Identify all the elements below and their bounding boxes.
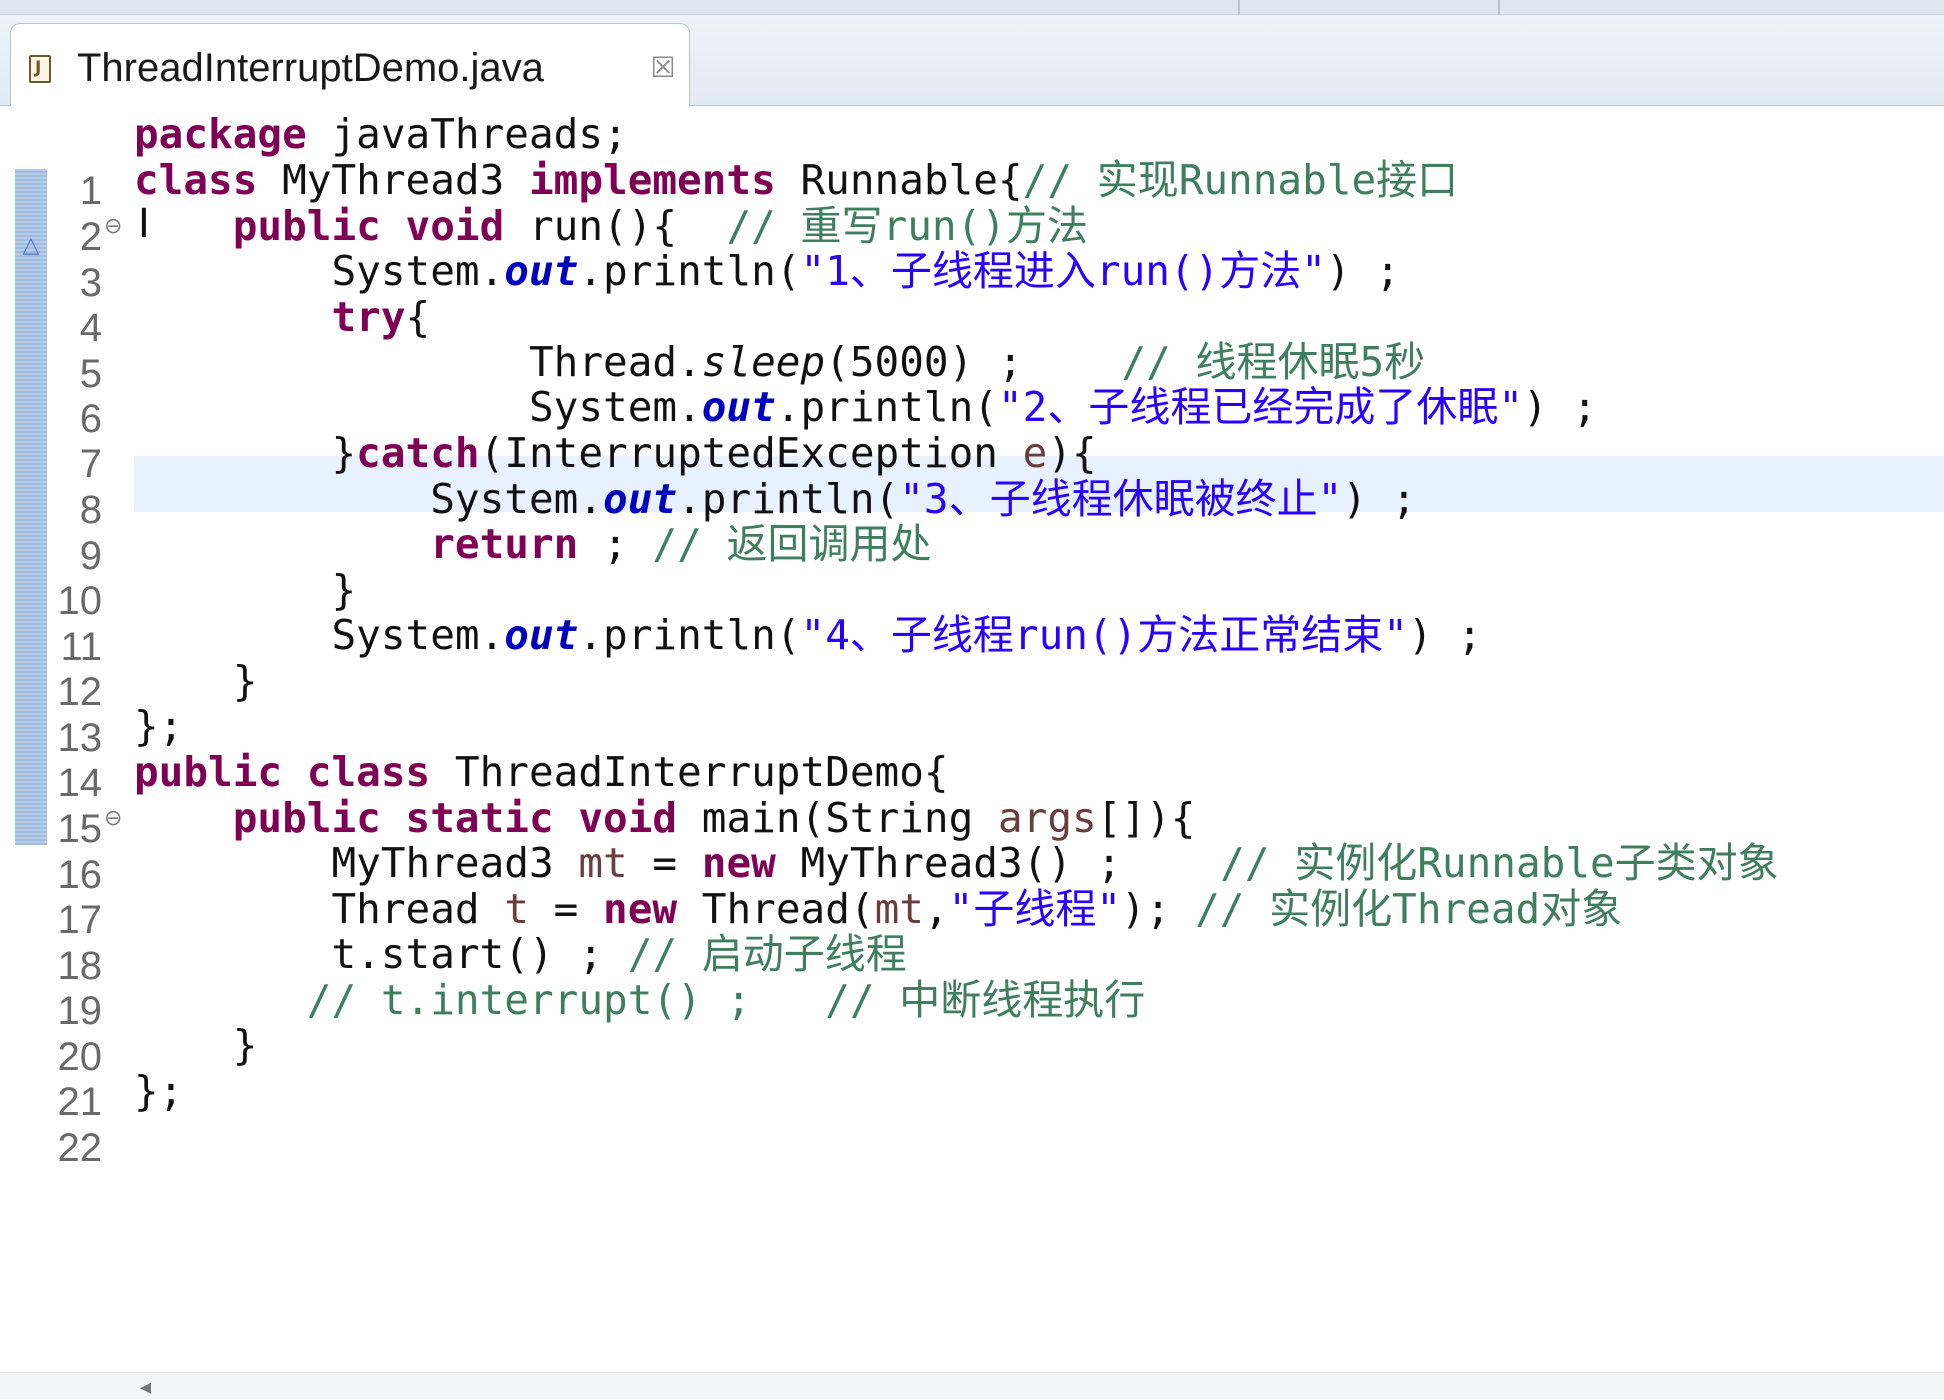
keyword: class	[306, 748, 431, 796]
window-top-strip	[0, 0, 1944, 15]
code-token: .println(	[578, 611, 801, 659]
keyword: class	[134, 156, 258, 204]
line-number: 22	[57, 1126, 103, 1170]
code-token: =	[627, 839, 702, 887]
keyword: new	[701, 839, 776, 887]
editor-tab[interactable]: ThreadInterruptDemo.java ☒	[10, 23, 690, 106]
string-literal: "1、子线程进入run()方法"	[800, 247, 1326, 295]
code-token: ) ;	[1523, 383, 1598, 431]
code-token: System.	[331, 247, 505, 295]
string-literal: "4、子线程run()方法正常结束"	[800, 611, 1408, 659]
static-field: out	[504, 611, 579, 659]
code-token: Runnable{	[775, 156, 1023, 204]
parameter-variable: e	[1022, 429, 1048, 477]
code-token: ){	[1047, 429, 1097, 477]
code-token: };	[134, 1067, 184, 1115]
close-icon[interactable]: ☒	[643, 48, 683, 88]
code-text[interactable]: };	[134, 1063, 183, 1120]
code-token: .println(	[578, 247, 801, 295]
code-editor[interactable]: △ 1 package javaThreads; 2 class MyThrea…	[0, 106, 1944, 1372]
code-token: }	[232, 1021, 258, 1069]
code-token: };	[134, 702, 184, 750]
code-token: javaThreads;	[306, 110, 628, 158]
code-comment: // 实现Runnable接口	[1022, 156, 1459, 204]
code-token: MyThread3	[257, 156, 529, 204]
horizontal-scrollbar[interactable]: ◂	[0, 1372, 1944, 1400]
code-token: ;	[578, 520, 653, 568]
code-comment: // 启动子线程	[627, 930, 907, 978]
code-comment: // 实例化Runnable子类对象	[1220, 839, 1779, 887]
string-literal: "2、子线程已经完成了休眠"	[997, 383, 1524, 431]
keyword: package	[134, 110, 307, 158]
local-variable: mt	[578, 839, 628, 887]
keyword: implements	[528, 156, 776, 204]
keyword: catch	[356, 429, 480, 477]
editor-tab-bar: ThreadInterruptDemo.java ☒	[0, 15, 1944, 106]
top-strip-divider	[1238, 0, 1240, 14]
code-token: MyThread3	[331, 839, 579, 887]
code-token: System.	[528, 383, 702, 431]
code-token: System.	[331, 611, 505, 659]
static-field: out	[504, 247, 579, 295]
code-comment: // 返回调用处	[652, 520, 932, 568]
editor-tab-title: ThreadInterruptDemo.java	[77, 46, 544, 90]
code-token: ) ;	[1408, 611, 1483, 659]
scroll-left-icon[interactable]: ◂	[140, 1375, 151, 1400]
code-token: MyThread3() ;	[775, 839, 1221, 887]
code-token: (InterruptedException	[479, 429, 1023, 477]
keyword: public	[134, 748, 283, 796]
static-field: out	[701, 383, 776, 431]
java-file-icon	[29, 55, 51, 83]
code-token: }	[331, 429, 357, 477]
code-token: .println(	[775, 383, 998, 431]
keyword: return	[430, 520, 579, 568]
text-cursor-icon: I	[138, 201, 150, 247]
code-token: ThreadInterruptDemo{	[430, 748, 949, 796]
code-token: ) ;	[1326, 247, 1401, 295]
code-token: t.start() ;	[331, 930, 628, 978]
code-line: 22 };	[0, 1063, 1944, 1170]
top-strip-divider	[1498, 0, 1500, 14]
